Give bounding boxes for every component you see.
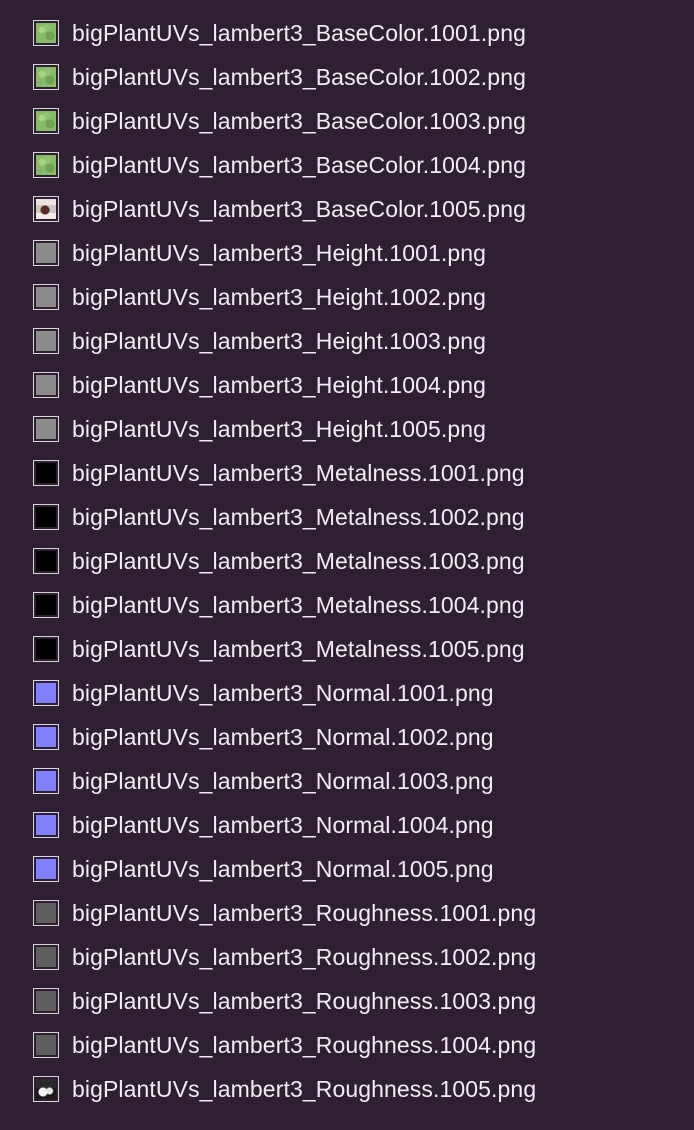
image-thumbnail-icon bbox=[33, 20, 59, 46]
file-name: bigPlantUVs_lambert3_Metalness.1003.png bbox=[72, 547, 525, 574]
image-thumbnail-icon bbox=[33, 372, 59, 398]
file-list: bigPlantUVs_lambert3_BaseColor.1001.pngb… bbox=[0, 0, 694, 1130]
file-list-item[interactable]: bigPlantUVs_lambert3_Metalness.1002.png bbox=[0, 495, 694, 539]
file-name: bigPlantUVs_lambert3_Height.1004.png bbox=[72, 371, 487, 398]
file-list-item[interactable]: bigPlantUVs_lambert3_Metalness.1003.png bbox=[0, 539, 694, 583]
image-thumbnail-icon bbox=[33, 856, 59, 882]
image-thumbnail-icon bbox=[33, 152, 59, 178]
image-thumbnail-icon bbox=[33, 680, 59, 706]
image-thumbnail-icon bbox=[33, 1076, 59, 1102]
image-thumbnail-icon bbox=[33, 944, 59, 970]
image-thumbnail-icon bbox=[33, 240, 59, 266]
file-name: bigPlantUVs_lambert3_Roughness.1005.png bbox=[72, 1075, 537, 1102]
file-name: bigPlantUVs_lambert3_Metalness.1001.png bbox=[72, 459, 525, 486]
image-thumbnail-icon bbox=[33, 724, 59, 750]
file-name: bigPlantUVs_lambert3_Roughness.1002.png bbox=[72, 943, 537, 970]
file-name: bigPlantUVs_lambert3_Normal.1003.png bbox=[72, 767, 494, 794]
file-name: bigPlantUVs_lambert3_Normal.1001.png bbox=[72, 679, 494, 706]
image-thumbnail-icon bbox=[33, 812, 59, 838]
file-name: bigPlantUVs_lambert3_Metalness.1005.png bbox=[72, 635, 525, 662]
file-name: bigPlantUVs_lambert3_Normal.1005.png bbox=[72, 855, 494, 882]
file-name: bigPlantUVs_lambert3_Height.1003.png bbox=[72, 327, 487, 354]
file-list-item[interactable]: bigPlantUVs_lambert3_Height.1002.png bbox=[0, 275, 694, 319]
file-list-item[interactable]: bigPlantUVs_lambert3_Metalness.1001.png bbox=[0, 451, 694, 495]
image-thumbnail-icon bbox=[33, 636, 59, 662]
file-list-item[interactable]: bigPlantUVs_lambert3_Roughness.1003.png bbox=[0, 979, 694, 1023]
file-name: bigPlantUVs_lambert3_BaseColor.1004.png bbox=[72, 151, 526, 178]
file-list-item[interactable]: bigPlantUVs_lambert3_Normal.1005.png bbox=[0, 847, 694, 891]
file-list-item[interactable]: bigPlantUVs_lambert3_BaseColor.1003.png bbox=[0, 99, 694, 143]
file-name: bigPlantUVs_lambert3_Normal.1002.png bbox=[72, 723, 494, 750]
file-name: bigPlantUVs_lambert3_BaseColor.1003.png bbox=[72, 107, 526, 134]
image-thumbnail-icon bbox=[33, 504, 59, 530]
image-thumbnail-icon bbox=[33, 768, 59, 794]
file-name: bigPlantUVs_lambert3_Metalness.1004.png bbox=[72, 591, 525, 618]
image-thumbnail-icon bbox=[33, 64, 59, 90]
file-list-item[interactable]: bigPlantUVs_lambert3_Roughness.1004.png bbox=[0, 1023, 694, 1067]
image-thumbnail-icon bbox=[33, 988, 59, 1014]
image-thumbnail-icon bbox=[33, 1032, 59, 1058]
file-list-item[interactable]: bigPlantUVs_lambert3_BaseColor.1004.png bbox=[0, 143, 694, 187]
file-list-item[interactable]: bigPlantUVs_lambert3_BaseColor.1001.png bbox=[0, 11, 694, 55]
image-thumbnail-icon bbox=[33, 548, 59, 574]
file-list-item[interactable]: bigPlantUVs_lambert3_BaseColor.1002.png bbox=[0, 55, 694, 99]
image-thumbnail-icon bbox=[33, 416, 59, 442]
file-name: bigPlantUVs_lambert3_Height.1005.png bbox=[72, 415, 487, 442]
file-list-item[interactable]: bigPlantUVs_lambert3_Height.1005.png bbox=[0, 407, 694, 451]
image-thumbnail-icon bbox=[33, 328, 59, 354]
file-name: bigPlantUVs_lambert3_BaseColor.1005.png bbox=[72, 195, 526, 222]
file-name: bigPlantUVs_lambert3_Height.1002.png bbox=[72, 283, 487, 310]
image-thumbnail-icon bbox=[33, 108, 59, 134]
file-name: bigPlantUVs_lambert3_Height.1001.png bbox=[72, 239, 487, 266]
file-list-item[interactable]: bigPlantUVs_lambert3_Height.1003.png bbox=[0, 319, 694, 363]
file-list-item[interactable]: bigPlantUVs_lambert3_Normal.1002.png bbox=[0, 715, 694, 759]
file-list-item[interactable]: bigPlantUVs_lambert3_Roughness.1005.png bbox=[0, 1067, 694, 1111]
file-name: bigPlantUVs_lambert3_Metalness.1002.png bbox=[72, 503, 525, 530]
image-thumbnail-icon bbox=[33, 460, 59, 486]
image-thumbnail-icon bbox=[33, 196, 59, 222]
file-list-item[interactable]: bigPlantUVs_lambert3_Metalness.1004.png bbox=[0, 583, 694, 627]
image-thumbnail-icon bbox=[33, 592, 59, 618]
file-list-item[interactable]: bigPlantUVs_lambert3_Roughness.1001.png bbox=[0, 891, 694, 935]
image-thumbnail-icon bbox=[33, 900, 59, 926]
file-name: bigPlantUVs_lambert3_Roughness.1004.png bbox=[72, 1031, 537, 1058]
file-name: bigPlantUVs_lambert3_BaseColor.1001.png bbox=[72, 19, 526, 46]
file-name: bigPlantUVs_lambert3_BaseColor.1002.png bbox=[72, 63, 526, 90]
file-name: bigPlantUVs_lambert3_Roughness.1001.png bbox=[72, 899, 537, 926]
file-list-item[interactable]: bigPlantUVs_lambert3_BaseColor.1005.png bbox=[0, 187, 694, 231]
image-thumbnail-icon bbox=[33, 284, 59, 310]
file-list-item[interactable]: bigPlantUVs_lambert3_Height.1004.png bbox=[0, 363, 694, 407]
file-name: bigPlantUVs_lambert3_Roughness.1003.png bbox=[72, 987, 537, 1014]
file-list-item[interactable]: bigPlantUVs_lambert3_Normal.1003.png bbox=[0, 759, 694, 803]
file-list-item[interactable]: bigPlantUVs_lambert3_Height.1001.png bbox=[0, 231, 694, 275]
file-name: bigPlantUVs_lambert3_Normal.1004.png bbox=[72, 811, 494, 838]
file-list-item[interactable]: bigPlantUVs_lambert3_Normal.1001.png bbox=[0, 671, 694, 715]
file-list-item[interactable]: bigPlantUVs_lambert3_Roughness.1002.png bbox=[0, 935, 694, 979]
file-list-item[interactable]: bigPlantUVs_lambert3_Normal.1004.png bbox=[0, 803, 694, 847]
file-list-item[interactable]: bigPlantUVs_lambert3_Metalness.1005.png bbox=[0, 627, 694, 671]
